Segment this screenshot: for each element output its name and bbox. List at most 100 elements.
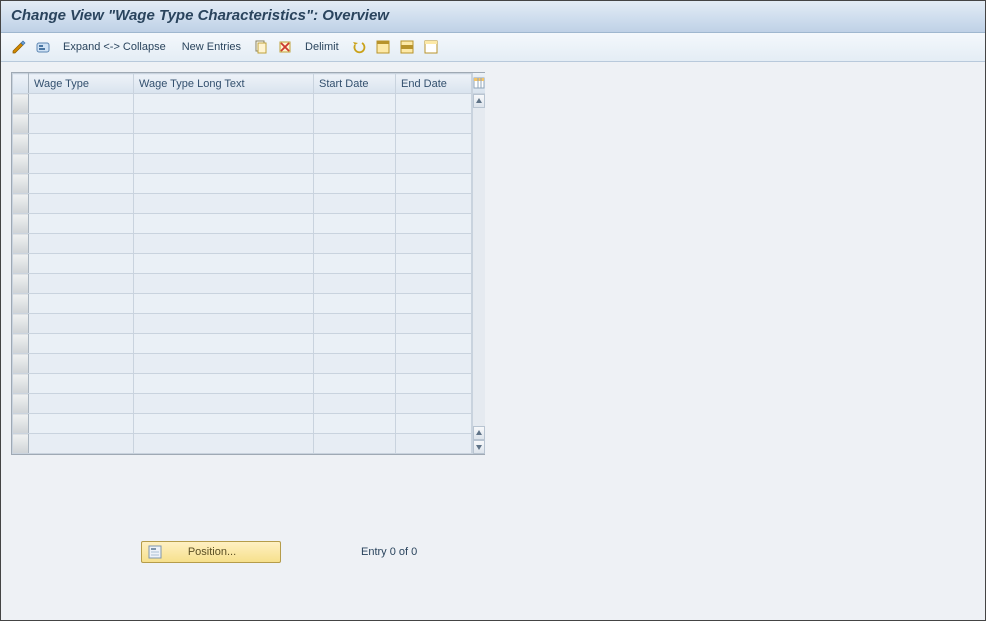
- delete-icon[interactable]: [275, 37, 295, 57]
- scroll-up-step-icon[interactable]: [473, 426, 485, 440]
- table-row[interactable]: [13, 314, 472, 334]
- cell-end-date[interactable]: [396, 394, 472, 414]
- cell-start-date[interactable]: [314, 274, 396, 294]
- cell-wage-type[interactable]: [29, 134, 134, 154]
- cell-end-date[interactable]: [396, 414, 472, 434]
- table-row[interactable]: [13, 114, 472, 134]
- row-selector[interactable]: [13, 234, 29, 254]
- cell-wage-type[interactable]: [29, 254, 134, 274]
- cell-start-date[interactable]: [314, 254, 396, 274]
- cell-wage-type[interactable]: [29, 114, 134, 134]
- row-selector[interactable]: [13, 354, 29, 374]
- row-selector[interactable]: [13, 294, 29, 314]
- row-selector[interactable]: [13, 94, 29, 114]
- cell-long-text[interactable]: [134, 234, 314, 254]
- cell-long-text[interactable]: [134, 394, 314, 414]
- cell-long-text[interactable]: [134, 174, 314, 194]
- cell-long-text[interactable]: [134, 434, 314, 454]
- cell-start-date[interactable]: [314, 314, 396, 334]
- cell-end-date[interactable]: [396, 294, 472, 314]
- cell-start-date[interactable]: [314, 114, 396, 134]
- table-row[interactable]: [13, 274, 472, 294]
- row-selector[interactable]: [13, 334, 29, 354]
- cell-wage-type[interactable]: [29, 354, 134, 374]
- table-row[interactable]: [13, 434, 472, 454]
- new-entries-button[interactable]: New Entries: [176, 37, 247, 57]
- cell-start-date[interactable]: [314, 434, 396, 454]
- cell-long-text[interactable]: [134, 134, 314, 154]
- cell-long-text[interactable]: [134, 154, 314, 174]
- cell-start-date[interactable]: [314, 234, 396, 254]
- col-wage-type-text[interactable]: Wage Type Long Text: [134, 74, 314, 94]
- cell-long-text[interactable]: [134, 214, 314, 234]
- table-row[interactable]: [13, 174, 472, 194]
- col-end-date[interactable]: End Date: [396, 74, 472, 94]
- col-wage-type[interactable]: Wage Type: [29, 74, 134, 94]
- cell-start-date[interactable]: [314, 414, 396, 434]
- selection-criteria-icon[interactable]: [33, 37, 53, 57]
- table-row[interactable]: [13, 294, 472, 314]
- cell-start-date[interactable]: [314, 354, 396, 374]
- cell-end-date[interactable]: [396, 374, 472, 394]
- cell-start-date[interactable]: [314, 134, 396, 154]
- table-row[interactable]: [13, 414, 472, 434]
- row-selector[interactable]: [13, 314, 29, 334]
- cell-start-date[interactable]: [314, 374, 396, 394]
- table-row[interactable]: [13, 394, 472, 414]
- cell-start-date[interactable]: [314, 394, 396, 414]
- cell-end-date[interactable]: [396, 114, 472, 134]
- deselect-all-icon[interactable]: [421, 37, 441, 57]
- table-row[interactable]: [13, 214, 472, 234]
- cell-wage-type[interactable]: [29, 334, 134, 354]
- row-selector[interactable]: [13, 194, 29, 214]
- cell-wage-type[interactable]: [29, 314, 134, 334]
- cell-end-date[interactable]: [396, 334, 472, 354]
- select-all-icon[interactable]: [373, 37, 393, 57]
- cell-end-date[interactable]: [396, 174, 472, 194]
- cell-long-text[interactable]: [134, 414, 314, 434]
- cell-long-text[interactable]: [134, 294, 314, 314]
- table-row[interactable]: [13, 134, 472, 154]
- cell-wage-type[interactable]: [29, 154, 134, 174]
- cell-long-text[interactable]: [134, 194, 314, 214]
- row-selector-header[interactable]: [13, 74, 29, 94]
- cell-long-text[interactable]: [134, 114, 314, 134]
- row-selector[interactable]: [13, 114, 29, 134]
- cell-end-date[interactable]: [396, 254, 472, 274]
- cell-end-date[interactable]: [396, 134, 472, 154]
- row-selector[interactable]: [13, 214, 29, 234]
- table-row[interactable]: [13, 234, 472, 254]
- table-row[interactable]: [13, 194, 472, 214]
- row-selector[interactable]: [13, 274, 29, 294]
- cell-end-date[interactable]: [396, 434, 472, 454]
- row-selector[interactable]: [13, 374, 29, 394]
- cell-long-text[interactable]: [134, 374, 314, 394]
- cell-end-date[interactable]: [396, 214, 472, 234]
- cell-start-date[interactable]: [314, 214, 396, 234]
- row-selector[interactable]: [13, 394, 29, 414]
- cell-start-date[interactable]: [314, 334, 396, 354]
- cell-start-date[interactable]: [314, 154, 396, 174]
- row-selector[interactable]: [13, 254, 29, 274]
- position-button[interactable]: Position...: [141, 541, 281, 563]
- cell-wage-type[interactable]: [29, 434, 134, 454]
- cell-wage-type[interactable]: [29, 94, 134, 114]
- cell-wage-type[interactable]: [29, 414, 134, 434]
- row-selector[interactable]: [13, 154, 29, 174]
- cell-wage-type[interactable]: [29, 214, 134, 234]
- cell-end-date[interactable]: [396, 154, 472, 174]
- change-icon[interactable]: [9, 37, 29, 57]
- row-selector[interactable]: [13, 414, 29, 434]
- table-row[interactable]: [13, 94, 472, 114]
- cell-end-date[interactable]: [396, 314, 472, 334]
- cell-long-text[interactable]: [134, 334, 314, 354]
- cell-end-date[interactable]: [396, 194, 472, 214]
- cell-end-date[interactable]: [396, 274, 472, 294]
- undo-icon[interactable]: [349, 37, 369, 57]
- cell-end-date[interactable]: [396, 94, 472, 114]
- wage-type-table[interactable]: Wage Type Wage Type Long Text Start Date…: [12, 73, 472, 454]
- scrollbar-track[interactable]: [473, 108, 485, 426]
- table-row[interactable]: [13, 374, 472, 394]
- row-selector[interactable]: [13, 434, 29, 454]
- cell-long-text[interactable]: [134, 254, 314, 274]
